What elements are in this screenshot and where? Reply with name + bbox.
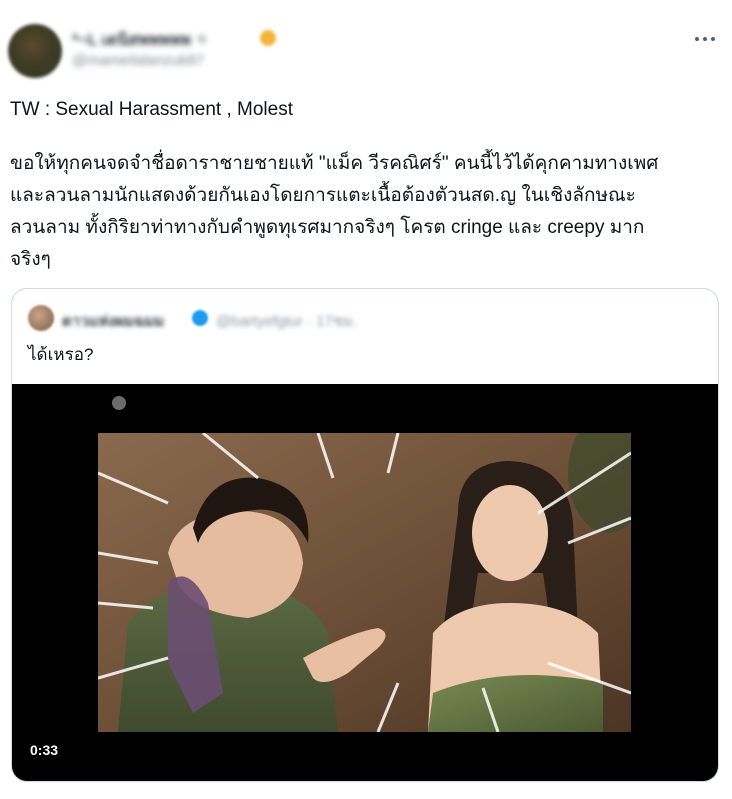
quoted-tweet-text: ได้เหรอ? (28, 345, 94, 364)
tweet-text: TW : Sexual Harassment , Molest ขอให้ทุก… (10, 94, 710, 276)
author-display-name[interactable]: *~L เดนิสพพพพพ ✧ (72, 28, 209, 53)
more-horizontal-icon (695, 37, 715, 41)
more-options-button[interactable] (690, 28, 720, 50)
verified-badge-icon (260, 30, 276, 46)
video-frame-image (98, 433, 631, 732)
trigger-warning: TW : Sexual Harassment , Molest (10, 99, 293, 120)
author-handle[interactable]: @mameilalanzuk87 (72, 52, 204, 69)
video-thumbnail (98, 433, 631, 732)
author-block: *~L เดนิสพพพพพ ✧ @mameilalanzuk87 (72, 26, 672, 74)
video-player[interactable]: 0:33 (12, 384, 718, 781)
tweet-body-line: ลวนลาม ทั้งกิริยาท่าทางกับคำพูดทุเรศมากจ… (10, 217, 645, 238)
video-duration: 0:33 (22, 739, 67, 761)
tweet-body-line: ขอให้ทุกคนจดจำชื่อดาราชายชายแท้ "แม็ค วี… (10, 153, 659, 174)
author-avatar[interactable] (8, 24, 62, 78)
quoted-author-meta: @bartyefgtur · 17ชม. (216, 313, 358, 330)
video-indicator-icon (112, 396, 126, 410)
tweet-body-line: จริงๆ (10, 249, 51, 270)
quoted-author-name[interactable]: ดาวแห่งผมฉมม (62, 309, 164, 333)
quoted-verified-icon (192, 310, 208, 326)
quoted-author-avatar[interactable] (28, 305, 54, 331)
quoted-tweet-card[interactable]: ดาวแห่งผมฉมม @bartyefgtur · 17ชม. ได้เหร… (11, 288, 719, 782)
tweet-body-line: และลวนลามนักแสดงด้วยกันเองโดยการแตะเนื้อ… (10, 185, 636, 206)
tweet: *~L เดนิสพพพพพ ✧ @mameilalanzuk87 TW : S… (0, 0, 732, 799)
